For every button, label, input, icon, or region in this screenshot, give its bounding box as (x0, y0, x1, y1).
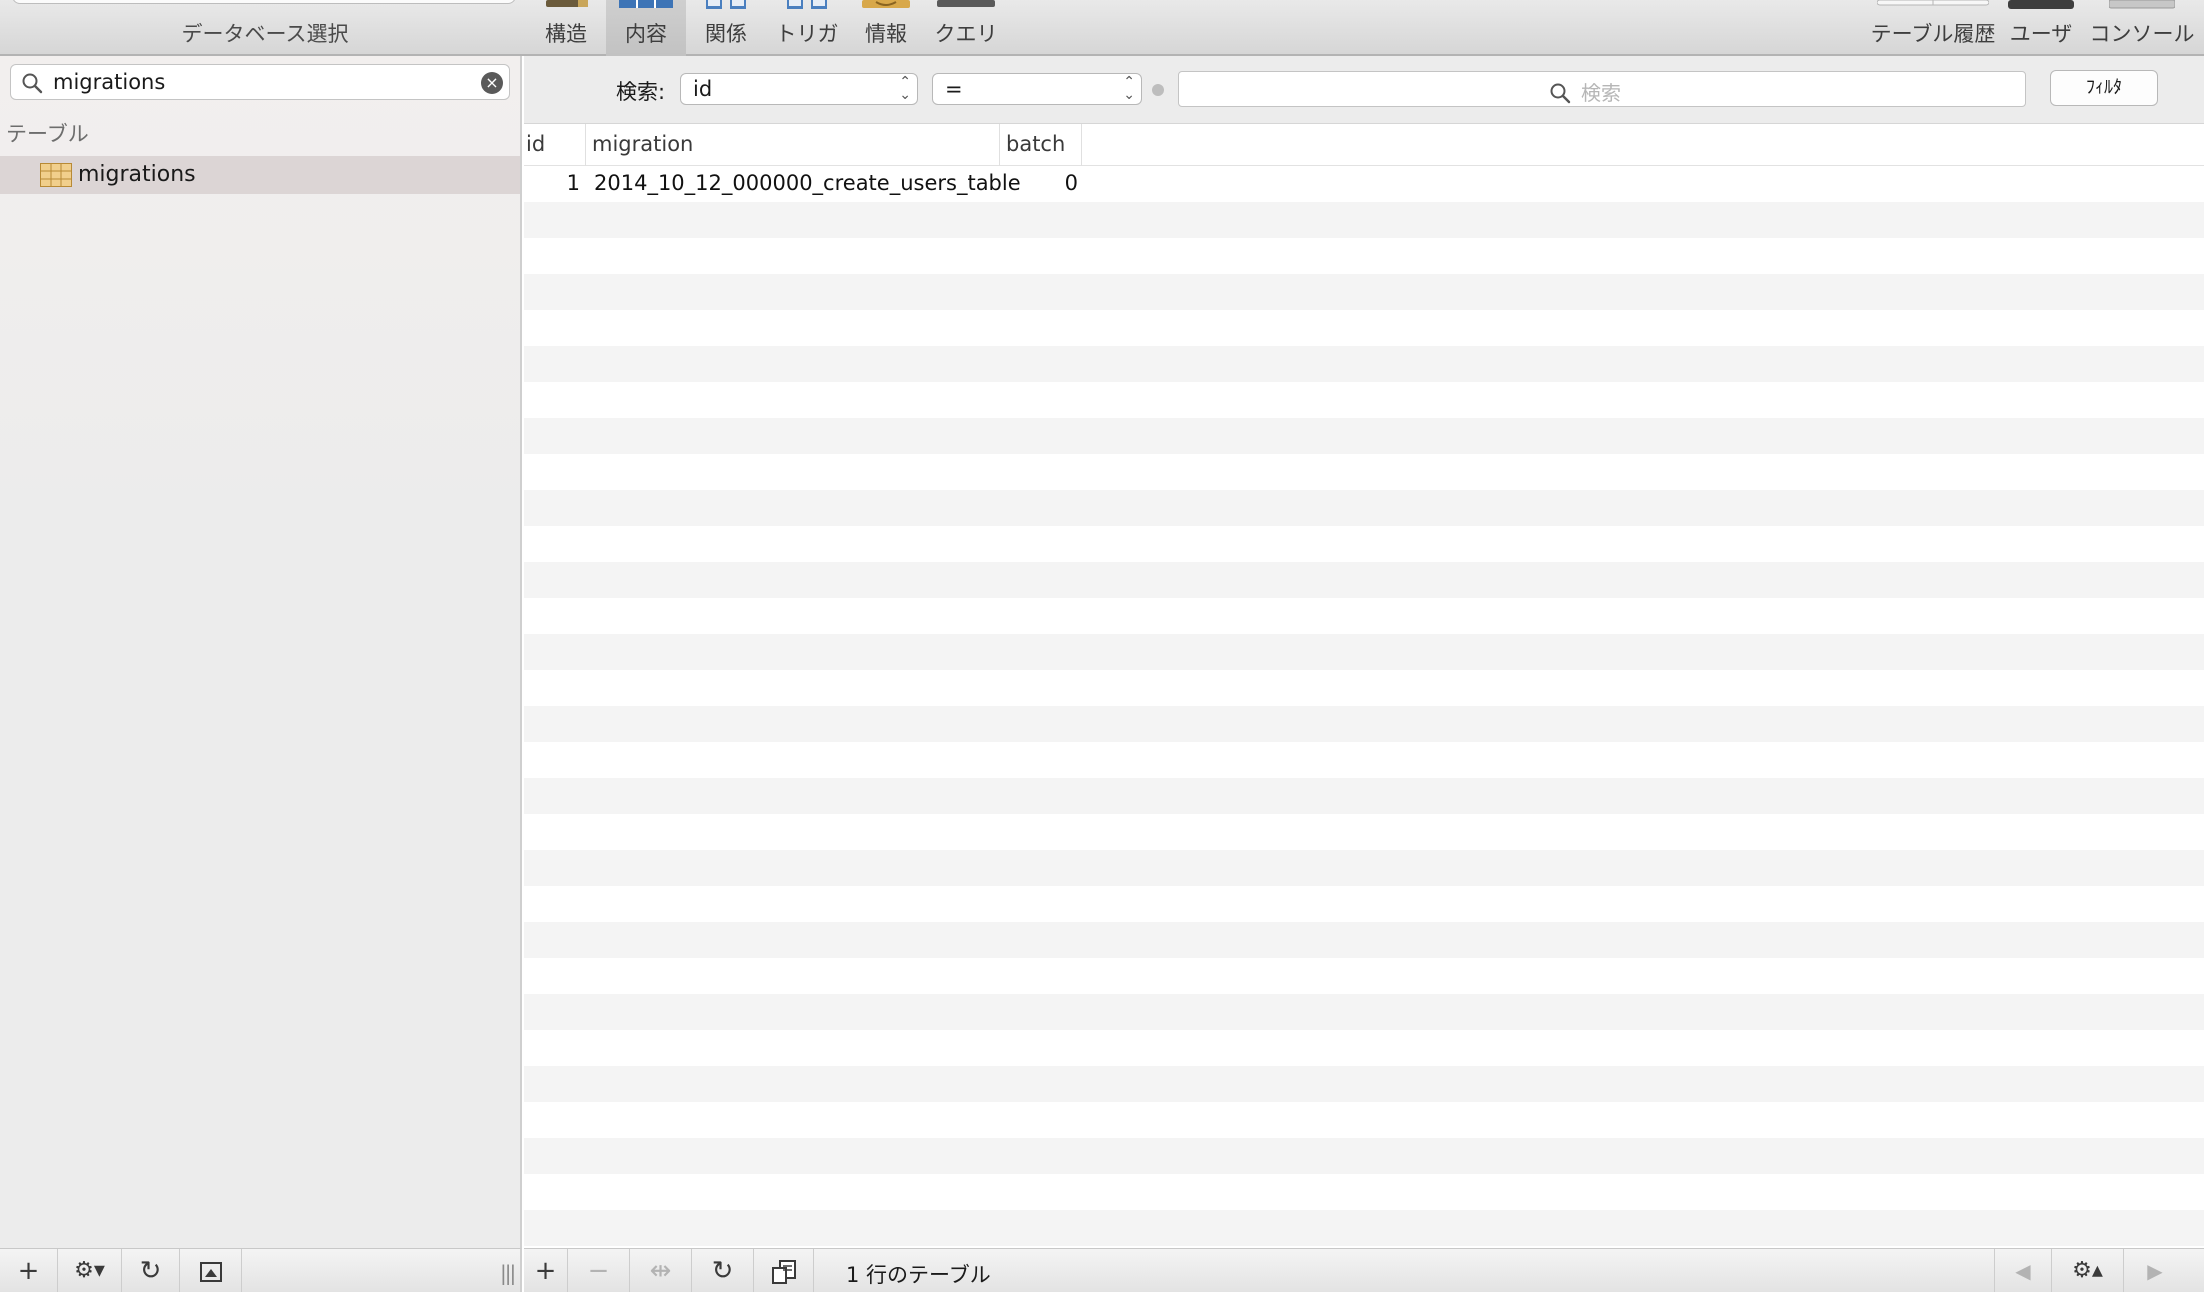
console-button[interactable]: コンソール (2086, 0, 2198, 56)
table-row[interactable]: 1 2014_10_12_000000_create_users_table 0 (524, 166, 2204, 202)
tab-info-label: 情報 (865, 22, 907, 46)
refresh-icon: ↻ (711, 1256, 734, 1286)
table-history-button[interactable]: テーブル履歴 (1868, 0, 1998, 56)
history-arrows-icon (1877, 0, 1989, 6)
arrow-right-icon: ▶ (2147, 1259, 2163, 1283)
status-dot-icon (1152, 84, 1164, 96)
add-table-button[interactable]: + (0, 1249, 58, 1292)
database-popup[interactable] (12, 0, 516, 4)
row-count-status: 1 行のテーブル (846, 1263, 991, 1287)
query-icon (937, 0, 995, 7)
arrow-left-icon: ◀ (2015, 1259, 2031, 1283)
users-label: ユーザ (2009, 22, 2073, 46)
table-search-input[interactable] (53, 68, 473, 96)
tab-triggers[interactable]: トリガ (768, 0, 846, 56)
query-log-button[interactable] (754, 1249, 814, 1292)
relations-icon (706, 0, 746, 9)
plus-icon: + (534, 1256, 557, 1286)
refresh-icon: ↻ (139, 1256, 162, 1286)
tab-query[interactable]: クエリ (928, 0, 1004, 56)
table-header: id migration batch (524, 124, 2204, 166)
users-button[interactable]: ユーザ (2004, 0, 2078, 56)
minus-icon: − (587, 1256, 610, 1286)
triggers-icon (787, 0, 827, 9)
tab-relations[interactable]: 関係 (692, 0, 760, 56)
info-icon (862, 0, 910, 8)
filter-placeholder: 検索 (1549, 77, 1621, 106)
table-search-field[interactable]: × (10, 64, 510, 100)
filter-field-value: id (693, 77, 713, 101)
updown-arrows-icon: ⌃ ⌄ (899, 74, 911, 103)
query-log-icon (771, 1260, 796, 1284)
cell-migration[interactable]: 2014_10_12_000000_create_users_table (594, 171, 1021, 195)
tab-triggers-label: トリガ (775, 22, 839, 46)
console-icon (2109, 0, 2175, 9)
updown-arrows-icon: ⌃ ⌄ (1123, 74, 1135, 103)
column-header-migration[interactable]: migration (586, 124, 1000, 166)
content-table[interactable]: id migration batch 1 2014_10_12_000000_c… (524, 124, 2204, 1248)
database-select-label: データベース選択 (181, 22, 349, 46)
split-view-handle[interactable]: ||| (500, 1261, 516, 1285)
filter-placeholder-text: 検索 (1581, 81, 1621, 105)
sidebar-bottom-bar: + ⚙▾ ↻ ||| (0, 1248, 522, 1292)
refresh-tables-button[interactable]: ↻ (122, 1249, 180, 1292)
next-page-button[interactable]: ▶ (2124, 1249, 2186, 1292)
content-bottom-bar: + − ⇹ ↻ 1 行のテーブル ◀ ⚙▴ ▶ (524, 1248, 2204, 1292)
tab-query-label: クエリ (934, 22, 998, 46)
tables-section-header: テーブル (6, 122, 89, 146)
tab-relations-label: 関係 (705, 22, 747, 46)
tab-structure[interactable]: 構造 (536, 0, 596, 56)
gear-icon: ⚙▴ (2072, 1258, 2103, 1283)
filter-value-field[interactable]: 検索 (1178, 71, 2026, 107)
search-icon (22, 73, 43, 94)
clear-search-icon[interactable]: × (481, 72, 503, 94)
sidebar-item-label: migrations (78, 162, 196, 187)
search-icon (1550, 83, 1571, 104)
duplicate-icon: ⇹ (649, 1256, 672, 1286)
pagination-settings-button[interactable]: ⚙▴ (2052, 1249, 2124, 1292)
add-row-button[interactable]: + (524, 1249, 568, 1292)
refresh-content-button[interactable]: ↻ (692, 1249, 754, 1292)
tab-content-label: 内容 (625, 22, 667, 46)
gear-icon: ⚙▾ (74, 1258, 105, 1283)
delete-row-button[interactable]: − (568, 1249, 630, 1292)
duplicate-row-button[interactable]: ⇹ (630, 1249, 692, 1292)
console-label: コンソール (2089, 22, 2195, 46)
filter-button[interactable]: ﾌｨﾙﾀ (2050, 70, 2158, 106)
tab-info[interactable]: 情報 (856, 0, 916, 56)
tab-structure-label: 構造 (545, 22, 587, 46)
toggle-table-info-button[interactable] (180, 1249, 242, 1292)
filter-bar: 検索: id ⌃ ⌄ = ⌃ ⌄ 検索 ﾌｨﾙﾀ (524, 56, 2204, 124)
table-icon (40, 163, 72, 187)
column-header-batch[interactable]: batch (1000, 124, 1082, 166)
plus-icon: + (17, 1256, 40, 1286)
table-history-label: テーブル履歴 (1870, 22, 1996, 46)
table-body (524, 166, 2204, 1248)
content-icon (619, 0, 673, 8)
filter-field-select[interactable]: id ⌃ ⌄ (680, 73, 918, 105)
filter-label: 検索: (616, 80, 666, 104)
sidebar: × テーブル migrations (0, 56, 522, 1248)
table-info-icon (199, 1262, 222, 1282)
tab-content[interactable]: 内容 (606, 0, 686, 56)
cell-id[interactable]: 1 (524, 171, 580, 195)
user-icon (2008, 0, 2074, 9)
structure-icon (546, 0, 588, 7)
sidebar-item-migrations[interactable]: migrations (0, 156, 520, 194)
table-actions-button[interactable]: ⚙▾ (58, 1249, 122, 1292)
filter-operator-value: = (945, 77, 963, 101)
previous-page-button[interactable]: ◀ (1994, 1249, 2052, 1292)
cell-batch[interactable]: 0 (1000, 171, 1078, 195)
filter-operator-select[interactable]: = ⌃ ⌄ (932, 73, 1142, 105)
column-header-id[interactable]: id (524, 124, 586, 166)
toolbar: データベース選択 構造 内容 関係 トリガ 情報 クエリ テーブル履歴 ユーザ … (0, 0, 2204, 56)
